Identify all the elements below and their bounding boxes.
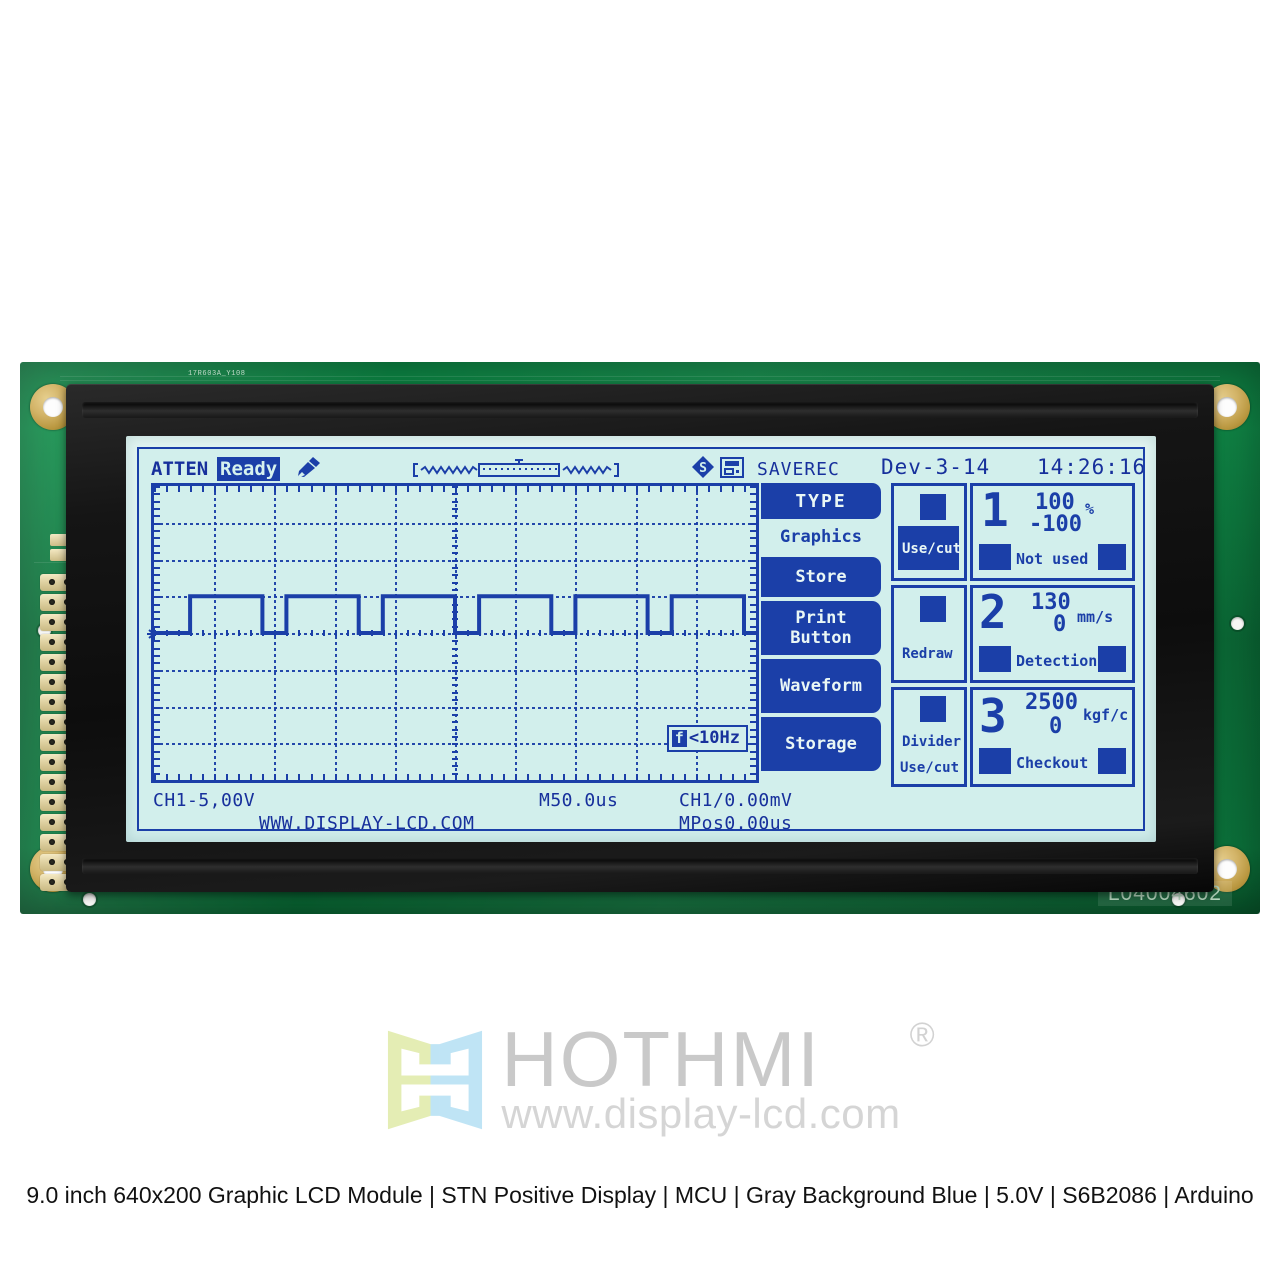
- clock-label: 14:26:16: [1037, 455, 1145, 479]
- panel-1-button-label: Use/cut: [902, 541, 962, 557]
- panel-3-unit: kgf/c: [1083, 706, 1129, 724]
- frequency-value: <10Hz: [688, 728, 740, 748]
- probe-pencil-icon: [297, 456, 321, 482]
- panel-2-index: 2: [979, 585, 1007, 639]
- grid-edge-tick: [154, 780, 160, 782]
- menu-item-print-button[interactable]: Print Button: [761, 601, 881, 655]
- silkscreen-top-text: 17R603A_Y108: [188, 370, 246, 378]
- grid-minor-tick: [756, 630, 758, 636]
- grid-edge-tick: [750, 780, 756, 782]
- lcd-bezel: ATTEN Ready S SAVEREC Dev-3-14 14:26:16 …: [66, 384, 1214, 892]
- panel-1-left[interactable]: Use/cut: [891, 483, 967, 581]
- status-badge: Ready: [217, 457, 281, 481]
- watermark-text: HOTHMI ® www.display-lcd.com: [501, 1015, 934, 1138]
- watermark-url: www.display-lcd.com: [501, 1090, 901, 1137]
- panel-1-right: 1 100 -100 % Not used: [970, 483, 1135, 581]
- panel-2-value-bottom: 0: [1053, 612, 1067, 637]
- indicator-square: [920, 494, 946, 520]
- ch1-offset-readout: CH1/0.00mV: [679, 790, 793, 811]
- timebase-readout: M50.0us: [539, 790, 619, 811]
- parameter-panels: Use/cut 1 100 -100 % Not used Redraw 2 1…: [891, 483, 1135, 791]
- watermark-brand: HOTHMI: [501, 1015, 821, 1103]
- menu-item-waveform[interactable]: Waveform: [761, 659, 881, 713]
- panel-3-value-top: 2500: [1025, 690, 1078, 715]
- device-label: Dev-3-14: [881, 455, 991, 479]
- panel-3-status: Checkout: [1016, 754, 1089, 772]
- hothmi-mark-icon: [388, 1030, 483, 1130]
- waveform-plot: f <10Hz: [147, 483, 759, 783]
- indicator-square: [1098, 544, 1126, 570]
- registered-trademark-icon: ®: [909, 1016, 935, 1054]
- indicator-square: [1098, 748, 1126, 774]
- panel-3-right: 3 2500 0 kgf/c Checkout: [970, 687, 1135, 787]
- product-caption: 9.0 inch 640x200 Graphic LCD Module | ST…: [26, 1182, 1254, 1208]
- panel-2-right: 2 130 0 mm/s Detection: [970, 585, 1135, 683]
- panel-3-button-label: Use/cut: [900, 760, 960, 776]
- parameter-panel-3: Divider Use/cut 3 2500 0 kgf/c Checkout: [891, 687, 1135, 787]
- trigger-level-marker: [147, 626, 161, 640]
- menu-item-graphics[interactable]: Graphics: [761, 519, 881, 555]
- softkey-menu: TYPE Graphics Store Print Button Wavefor…: [761, 483, 881, 771]
- panel-3-index: 3: [979, 689, 1007, 743]
- save-diamond-icon: S: [691, 455, 715, 483]
- menu-header-type: TYPE: [761, 483, 881, 519]
- screen-status-bar: ATTEN Ready S SAVEREC Dev-3-14 14:26:16: [139, 453, 1143, 481]
- frequency-readout: f <10Hz: [666, 725, 748, 752]
- save-status-group: S SAVEREC: [691, 455, 840, 483]
- printer-icon: [720, 455, 744, 483]
- mpos-readout: MPos0.00us: [679, 813, 793, 831]
- panel-3-value-bottom: 0: [1049, 714, 1063, 739]
- indicator-square: [1098, 646, 1126, 672]
- ch1-volts-readout: CH1-5,00V: [153, 790, 256, 811]
- memory-position-indicator: [411, 459, 621, 485]
- panel-2-label: Redraw: [902, 646, 953, 662]
- grid-edge-tick: [756, 486, 758, 492]
- watermark-logo: HOTHMI ® www.display-lcd.com: [0, 1015, 1280, 1145]
- indicator-square: [979, 646, 1011, 672]
- panel-3-left[interactable]: Divider Use/cut: [891, 687, 967, 787]
- bezel-slot-bottom: [82, 858, 1198, 874]
- menu-item-storage[interactable]: Storage: [761, 717, 881, 771]
- grid-edge-tick: [756, 774, 758, 780]
- menu-item-store[interactable]: Store: [761, 557, 881, 597]
- indicator-square: [979, 748, 1011, 774]
- small-hole: [83, 893, 96, 906]
- website-readout: WWW.DISPLAY-LCD.COM: [259, 813, 475, 831]
- svg-text:S: S: [699, 461, 707, 476]
- panel-2-status: Detection: [1016, 652, 1098, 670]
- lcd-glass: ATTEN Ready S SAVEREC Dev-3-14 14:26:16 …: [126, 436, 1156, 842]
- parameter-panel-1: Use/cut 1 100 -100 % Not used: [891, 483, 1135, 581]
- panel-2-left[interactable]: Redraw: [891, 585, 967, 683]
- panel-3-label: Divider: [902, 734, 962, 750]
- waveform-trace: [154, 594, 756, 635]
- pcb-board: 17R603A_Y108 JP L04004602 ATTEN Ready: [20, 362, 1260, 914]
- bezel-slot-top: [82, 402, 1198, 418]
- panel-1-value-bottom: -100: [1029, 512, 1082, 537]
- pcb-trace: [60, 380, 1220, 381]
- indicator-square: [920, 596, 946, 622]
- panel-1-status: Not used: [1016, 550, 1089, 568]
- panel-1-index: 1: [981, 483, 1009, 537]
- panel-1-unit: %: [1085, 500, 1095, 518]
- lcd-screen: ATTEN Ready S SAVEREC Dev-3-14 14:26:16 …: [137, 447, 1145, 831]
- indicator-square: [920, 696, 946, 722]
- panel-2-unit: mm/s: [1077, 608, 1114, 626]
- indicator-square: [979, 544, 1011, 570]
- grid-minor-tick: [452, 780, 458, 782]
- brand-label: ATTEN: [151, 458, 209, 480]
- frequency-flag-icon: f: [671, 729, 687, 747]
- parameter-panel-2: Redraw 2 130 0 mm/s Detection: [891, 585, 1135, 683]
- saverec-label: SAVEREC: [757, 458, 840, 480]
- small-hole: [1231, 617, 1244, 630]
